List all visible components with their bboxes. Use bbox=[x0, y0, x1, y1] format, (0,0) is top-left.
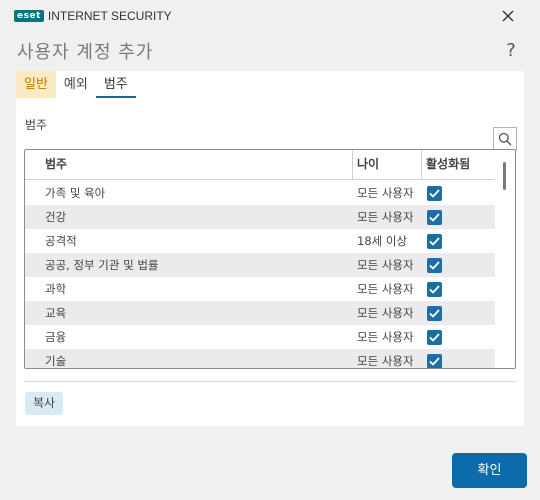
column-header-category[interactable]: 범주 bbox=[25, 150, 353, 179]
row-enabled-cell bbox=[422, 281, 495, 297]
table-row[interactable]: 금융 모든 사용자 bbox=[25, 325, 495, 349]
row-age: 모든 사용자 bbox=[357, 210, 414, 224]
checkmark-icon bbox=[429, 284, 440, 294]
row-enabled-cell bbox=[422, 209, 495, 225]
row-enabled-cell bbox=[422, 185, 495, 201]
row-age: 모든 사용자 bbox=[357, 354, 414, 368]
table-rows: 가족 및 육아 모든 사용자 건강 모든 사용자 공격적 18세 이상 공공, 정부 기관 … bbox=[25, 181, 495, 368]
help-button[interactable]: ? bbox=[501, 40, 521, 62]
row-enabled-cell bbox=[422, 329, 495, 345]
row-category: 교육 bbox=[45, 306, 67, 320]
row-category: 건강 bbox=[45, 210, 67, 224]
row-age: 모든 사용자 bbox=[357, 306, 414, 320]
row-enabled-cell bbox=[422, 305, 495, 321]
table-row[interactable]: 교육 모든 사용자 bbox=[25, 301, 495, 325]
row-category: 공공, 정부 기관 및 법률 bbox=[45, 258, 159, 272]
enabled-checkbox[interactable] bbox=[427, 257, 442, 273]
row-age: 모든 사용자 bbox=[357, 330, 414, 344]
checkmark-icon bbox=[429, 356, 440, 366]
search-button[interactable] bbox=[493, 127, 517, 151]
row-enabled-cell bbox=[422, 257, 495, 273]
category-table: 범주 나이 활성화됨 가족 및 육아 모든 사용자 건강 모든 사용자 공격적 18세 이… bbox=[24, 149, 516, 369]
table-row[interactable]: 공공, 정부 기관 및 법률 모든 사용자 bbox=[25, 253, 495, 277]
checkmark-icon bbox=[429, 236, 440, 246]
enabled-checkbox[interactable] bbox=[427, 353, 442, 368]
row-age: 모든 사용자 bbox=[357, 282, 414, 296]
checkmark-icon bbox=[429, 260, 440, 270]
enabled-checkbox[interactable] bbox=[427, 209, 442, 225]
table-header: 범주 나이 활성화됨 bbox=[25, 150, 495, 180]
search-icon bbox=[498, 132, 512, 146]
table-row[interactable]: 공격적 18세 이상 bbox=[25, 229, 495, 253]
row-category: 과학 bbox=[45, 282, 67, 296]
tab-general[interactable]: 일반 bbox=[16, 71, 56, 98]
row-category: 공격적 bbox=[45, 234, 77, 248]
row-age: 모든 사용자 bbox=[357, 258, 414, 272]
enabled-checkbox[interactable] bbox=[427, 233, 442, 249]
row-category: 기술 bbox=[45, 354, 67, 368]
checkmark-icon bbox=[429, 308, 440, 318]
brand: eset INTERNET SECURITY bbox=[14, 9, 172, 23]
tab-categories[interactable]: 범주 bbox=[95, 71, 136, 98]
row-category: 가족 및 육아 bbox=[45, 186, 106, 200]
row-category: 금융 bbox=[45, 330, 67, 344]
row-enabled-cell bbox=[422, 233, 495, 249]
tab-bar: 일반 예외 범주 bbox=[16, 71, 136, 99]
table-row[interactable]: 기술 모든 사용자 bbox=[25, 349, 495, 368]
table-row[interactable]: 과학 모든 사용자 bbox=[25, 277, 495, 301]
scrollbar-thumb[interactable] bbox=[503, 162, 506, 190]
enabled-checkbox[interactable] bbox=[427, 305, 442, 321]
enabled-checkbox[interactable] bbox=[427, 329, 442, 345]
checkmark-icon bbox=[429, 188, 440, 198]
divider bbox=[24, 381, 516, 382]
table-row[interactable]: 건강 모든 사용자 bbox=[25, 205, 495, 229]
dialog-title: 사용자 계정 추가 bbox=[17, 42, 154, 63]
settings-panel: 일반 예외 범주 범주 범주 나이 활성화됨 가족 및 육아 모든 사용자 건강 모든… bbox=[16, 71, 524, 426]
product-name: INTERNET SECURITY bbox=[47, 9, 172, 23]
ok-button[interactable]: 확인 bbox=[452, 453, 527, 488]
checkmark-icon bbox=[429, 332, 440, 342]
column-header-enabled[interactable]: 활성화됨 bbox=[422, 150, 495, 179]
enabled-checkbox[interactable] bbox=[427, 281, 442, 297]
column-header-age[interactable]: 나이 bbox=[353, 150, 422, 179]
copy-button[interactable]: 복사 bbox=[25, 392, 64, 415]
close-button[interactable] bbox=[496, 4, 520, 28]
enabled-checkbox[interactable] bbox=[427, 185, 442, 201]
eset-logo: eset bbox=[14, 10, 44, 22]
checkmark-icon bbox=[429, 212, 440, 222]
table-row[interactable]: 가족 및 육아 모든 사용자 bbox=[25, 181, 495, 205]
row-age: 모든 사용자 bbox=[357, 186, 414, 200]
close-icon bbox=[502, 10, 514, 22]
row-enabled-cell bbox=[422, 353, 495, 368]
row-age: 18세 이상 bbox=[357, 234, 408, 248]
section-label: 범주 bbox=[25, 118, 48, 132]
tab-exceptions[interactable]: 예외 bbox=[56, 71, 96, 98]
